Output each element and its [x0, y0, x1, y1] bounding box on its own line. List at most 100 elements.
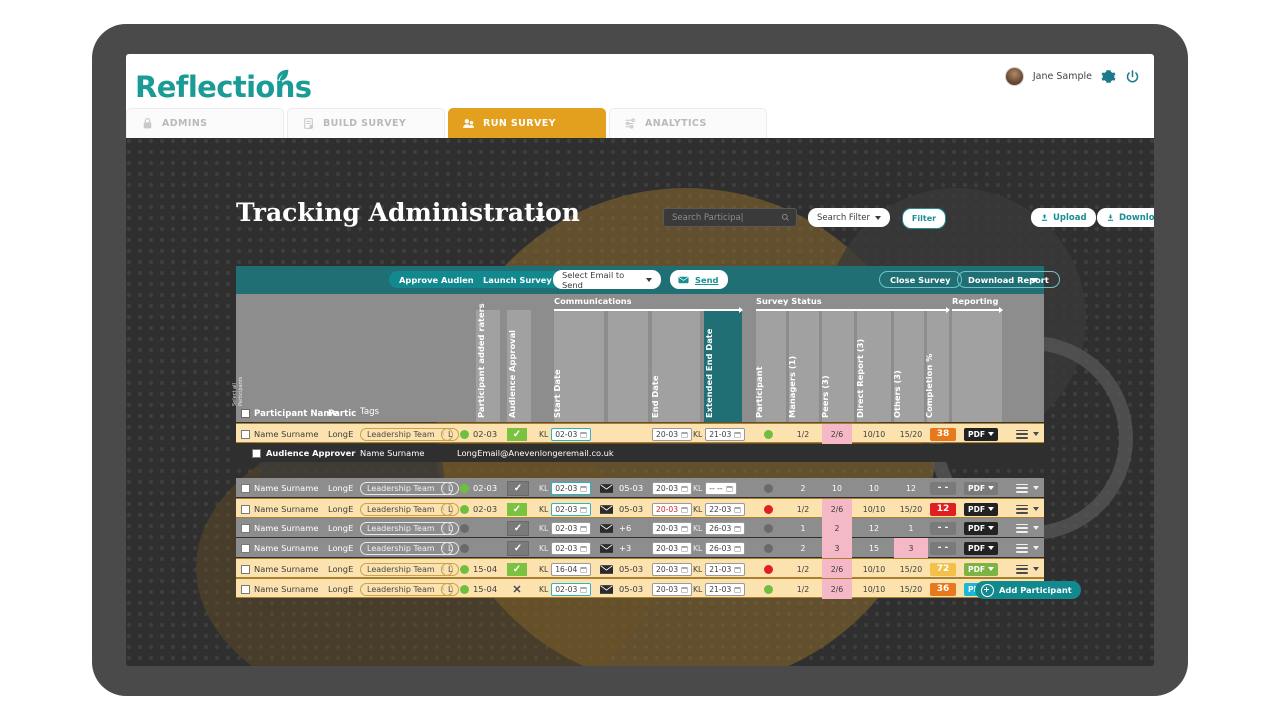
table-row[interactable]: Name Surname LongE Leadership Team × L 15…: [236, 578, 1044, 599]
row-extended-end-date[interactable]: KL 21-03: [693, 559, 746, 579]
tab-admins[interactable]: ADMINS: [126, 108, 284, 138]
row-email-cell[interactable]: 05-03: [600, 579, 643, 599]
row-end-date[interactable]: 20-03: [652, 559, 693, 579]
row-extended-end-date[interactable]: KL 26-03: [693, 538, 746, 558]
row-menu-icon[interactable]: [1016, 543, 1028, 553]
row-pdf-button[interactable]: PDF: [964, 481, 998, 495]
row-tag-extra[interactable]: L: [441, 582, 460, 596]
row-extended-end-date[interactable]: KL -- --: [693, 478, 737, 498]
row-end-date[interactable]: 20-03: [652, 518, 693, 538]
row-end-date[interactable]: 20-03: [652, 424, 693, 444]
row-menu-icon[interactable]: [1016, 564, 1028, 574]
row-end-date[interactable]: 20-03: [652, 538, 693, 558]
row-email-cell[interactable]: 05-03: [600, 499, 643, 519]
tab-build-survey[interactable]: BUILD SURVEY: [287, 108, 445, 138]
launch-survey-button[interactable]: Launch Survey: [473, 271, 562, 288]
row-approval[interactable]: ✓: [507, 562, 527, 576]
row-end-date[interactable]: 20-03: [652, 478, 693, 498]
table-row[interactable]: Name Surname LongE Leadership Team × L 02…: [236, 478, 1044, 498]
row-tag-extra[interactable]: L: [441, 481, 460, 495]
table-row[interactable]: Name Surname LongE Leadership Team × L ✓ …: [236, 518, 1044, 538]
row-tag-extra[interactable]: L: [441, 562, 460, 576]
table-row[interactable]: Name Surname LongE Leadership Team × L 02…: [236, 498, 1044, 519]
row-pdf-button[interactable]: PDF: [964, 521, 998, 535]
filter-button[interactable]: Filter: [902, 208, 946, 229]
row-menu-caret[interactable]: [1033, 526, 1039, 530]
row-email-cell[interactable]: +3: [600, 538, 631, 558]
row-tag[interactable]: Leadership Team ×: [360, 427, 453, 441]
row-approval[interactable]: ✓: [507, 520, 529, 536]
row-tag-extra[interactable]: L: [441, 541, 460, 555]
row-approval[interactable]: ✕: [507, 583, 527, 596]
approver-checkbox[interactable]: [252, 444, 261, 462]
row-start-date[interactable]: KL 02-03: [539, 478, 592, 498]
row-menu-icon[interactable]: [1016, 523, 1028, 533]
row-start-date[interactable]: KL 02-03: [539, 424, 592, 444]
row-extended-end-date[interactable]: KL 21-03: [693, 579, 746, 599]
row-pdf-button[interactable]: PDF: [964, 502, 998, 516]
row-tag-extra[interactable]: L: [441, 502, 460, 516]
row-checkbox[interactable]: [241, 499, 250, 519]
tab-run-survey[interactable]: RUN SURVEY: [448, 108, 606, 138]
search-input[interactable]: [670, 211, 781, 224]
row-tag[interactable]: Leadership Team ×: [360, 541, 453, 555]
row-start-date[interactable]: KL 02-03: [539, 579, 592, 599]
row-start-date[interactable]: KL 16-04: [539, 559, 592, 579]
table-row[interactable]: Name Surname LongE Leadership Team × L ✓ …: [236, 538, 1044, 558]
row-checkbox[interactable]: [241, 538, 250, 558]
download-report-button[interactable]: Download Report: [957, 271, 1060, 288]
upload-button[interactable]: Upload: [1031, 208, 1096, 227]
row-start-date[interactable]: KL 02-03: [539, 518, 592, 538]
row-menu-caret[interactable]: [1033, 546, 1039, 550]
tab-analytics[interactable]: ANALYTICS: [609, 108, 767, 138]
power-icon[interactable]: [1125, 69, 1140, 84]
row-end-date[interactable]: 20-03: [652, 499, 693, 519]
table-row[interactable]: Name Surname LongE Leadership Team × L 02…: [236, 423, 1044, 444]
row-approval[interactable]: ✓: [507, 502, 527, 516]
row-checkbox[interactable]: [241, 559, 250, 579]
row-approval[interactable]: ✓: [507, 427, 527, 441]
row-approval[interactable]: ✓: [507, 540, 529, 556]
row-menu-icon[interactable]: [1016, 429, 1028, 439]
row-end-date[interactable]: 20-03: [652, 579, 693, 599]
email-select[interactable]: Select Email to Send: [553, 270, 661, 290]
row-pdf-button[interactable]: PDF: [964, 562, 998, 576]
row-email-cell[interactable]: 05-03: [600, 478, 643, 498]
row-email-cell[interactable]: 05-03: [600, 559, 643, 579]
row-tag-extra[interactable]: L: [441, 427, 460, 441]
row-tag[interactable]: Leadership Team ×: [360, 521, 453, 535]
row-checkbox[interactable]: [241, 518, 250, 538]
row-approval[interactable]: ✓: [507, 480, 529, 496]
row-extended-end-date[interactable]: KL 26-03: [693, 518, 746, 538]
row-checkbox[interactable]: [241, 579, 250, 599]
row-checkbox[interactable]: [241, 478, 250, 498]
row-start-date[interactable]: KL 02-03: [539, 538, 592, 558]
row-tag[interactable]: Leadership Team ×: [360, 502, 453, 516]
add-participant-button[interactable]: Add Participant: [975, 581, 1081, 599]
row-menu-caret[interactable]: [1033, 567, 1039, 571]
row-pdf-button[interactable]: PDF: [964, 427, 998, 441]
row-extended-end-date[interactable]: KL 22-03: [693, 499, 746, 519]
row-tag-extra[interactable]: L: [441, 521, 460, 535]
row-menu-caret[interactable]: [1033, 432, 1039, 436]
row-extended-end-date[interactable]: KL 21-03: [693, 424, 746, 444]
row-pdf-button[interactable]: PDF: [964, 541, 998, 555]
row-checkbox[interactable]: [241, 424, 250, 444]
user-menu[interactable]: Jane Sample: [1004, 67, 1140, 86]
toolbar-more-caret[interactable]: [1030, 278, 1038, 283]
title-dropdown-caret[interactable]: [535, 216, 545, 222]
search-participant-box[interactable]: [663, 208, 797, 227]
row-tag[interactable]: Leadership Team ×: [360, 582, 453, 596]
row-start-date[interactable]: KL 02-03: [539, 499, 592, 519]
search-filter-select[interactable]: Search Filter: [808, 208, 890, 227]
table-row[interactable]: Name Surname LongE Leadership Team × L 15…: [236, 558, 1044, 579]
row-menu-caret[interactable]: [1033, 507, 1039, 511]
close-survey-button[interactable]: Close Survey: [879, 271, 962, 288]
gear-icon[interactable]: [1101, 69, 1116, 84]
select-all-checkbox[interactable]: [241, 409, 250, 418]
row-tag[interactable]: Leadership Team ×: [360, 562, 453, 576]
send-button[interactable]: Send: [670, 270, 728, 289]
row-menu-icon[interactable]: [1016, 504, 1028, 514]
row-email-cell[interactable]: +6: [600, 518, 631, 538]
download-button[interactable]: Download: [1097, 208, 1154, 227]
